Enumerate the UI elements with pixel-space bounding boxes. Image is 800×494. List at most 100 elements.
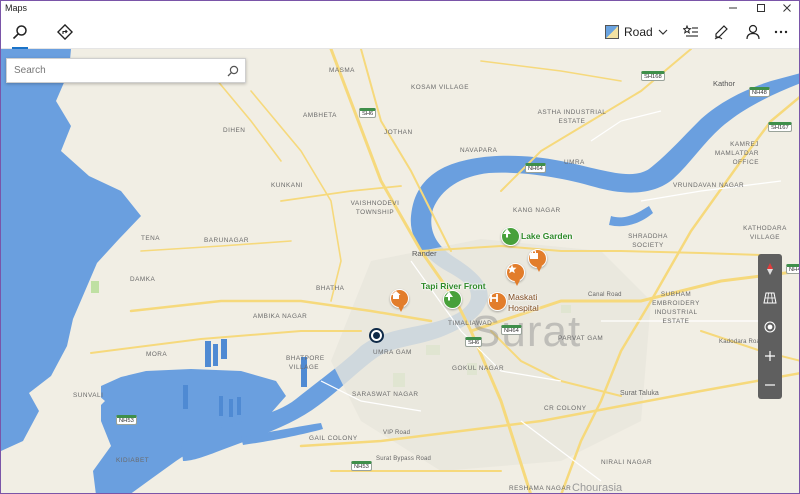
account-icon	[746, 24, 760, 40]
place-label: AMBHETA	[303, 112, 337, 119]
home-icon	[391, 291, 401, 299]
place-label: Rander	[412, 249, 437, 258]
place-label: KAMREJ MAMLATDAR OFFICE	[714, 141, 759, 166]
chevron-down-icon	[658, 29, 668, 35]
briefcase-icon	[530, 250, 538, 259]
poi-label[interactable]: Lake Garden	[521, 231, 573, 241]
place-label: NAVAPARA	[460, 147, 498, 154]
road-label: VIP Road	[383, 430, 411, 436]
search-icon	[12, 25, 27, 40]
more-icon	[774, 30, 788, 34]
favorites-button[interactable]	[677, 19, 705, 45]
place-label: TENA	[141, 235, 161, 242]
place-label: JOTHAN	[384, 129, 413, 136]
place-label: RESHAMA NAGAR	[509, 485, 572, 492]
search-input[interactable]	[14, 65, 227, 76]
highway-shield: NH64	[525, 163, 546, 173]
place-label: SHRADDHA SOCIETY	[628, 233, 668, 249]
minimize-button[interactable]	[719, 1, 747, 15]
hospital-icon	[490, 294, 498, 302]
favorites-icon	[683, 25, 698, 37]
poi-lake-garden[interactable]	[501, 227, 520, 246]
place-label: NIRALI NAGAR	[601, 459, 653, 466]
highway-shield: NH48	[749, 87, 770, 97]
place-label: DIHEN	[223, 127, 246, 134]
place-label: UMRA	[564, 159, 585, 166]
poi-label[interactable]: Tapi River Front	[421, 281, 486, 291]
poi-label[interactable]: Hospital	[508, 303, 539, 313]
highway-shield: SH6	[465, 337, 483, 347]
city-label: Surat	[471, 307, 582, 356]
place-label: GOKUL NAGAR	[452, 365, 505, 372]
place-label: SUBHAM EMBROIDERY INDUSTRIAL ESTATE	[652, 291, 700, 325]
poi-landmark[interactable]	[506, 263, 525, 286]
place-label: AMBIKA NAGAR	[253, 313, 308, 320]
current-location-marker[interactable]	[369, 328, 384, 343]
place-label: VRUNDAVAN NAGAR	[673, 182, 745, 189]
place-label: KATHODARA VILLAGE	[743, 225, 787, 241]
tree-icon	[503, 228, 511, 238]
zoom-in-icon	[765, 351, 775, 361]
poi-business[interactable]	[528, 249, 547, 272]
place-label: SUNVALI	[73, 392, 104, 399]
place-label: KOSAM VILLAGE	[411, 84, 469, 91]
highway-shield: NH48	[786, 264, 799, 274]
place-label: CR COLONY	[544, 405, 587, 412]
place-label: TIMALIAWAD	[448, 320, 493, 327]
place-label: UMRA GAM	[373, 349, 412, 356]
place-label: MASMA	[329, 67, 355, 74]
app-title: Maps	[5, 3, 28, 13]
poi-tapi-river-front[interactable]	[443, 290, 462, 309]
place-label: VAISHNODEVI TOWNSHIP	[350, 200, 400, 216]
map-views-button[interactable]	[758, 283, 782, 313]
poi-residence[interactable]	[390, 289, 409, 312]
place-label: BHATHA	[316, 285, 345, 292]
place-label: Kathor	[713, 79, 736, 88]
maximize-button[interactable]	[747, 1, 775, 15]
ink-button[interactable]	[707, 19, 735, 45]
compass-button[interactable]	[758, 254, 782, 284]
zoom-in-button[interactable]	[758, 341, 782, 371]
place-label: KANG NAGAR	[513, 207, 561, 214]
zoom-out-icon	[765, 384, 775, 386]
map-style-selector[interactable]: Road	[605, 21, 668, 43]
place-label: SARASWAT NAGAR	[352, 391, 419, 398]
more-button[interactable]	[767, 19, 795, 45]
account-button[interactable]	[739, 19, 767, 45]
zoom-out-button[interactable]	[758, 370, 782, 400]
directions-tab[interactable]	[51, 19, 79, 45]
highway-shield: SH168	[641, 71, 665, 81]
place-label: KUNKANI	[271, 182, 303, 189]
road-label: Surat Bypass Road	[376, 456, 432, 462]
maps-window: Maps Road Surat MASMA KOSAM VILLAGE ASTH…	[0, 0, 800, 494]
star-icon	[507, 264, 517, 274]
highway-shield: NH53	[116, 415, 137, 425]
highway-shield: SH6	[359, 108, 377, 118]
search-tab[interactable]	[6, 19, 34, 49]
directions-icon	[57, 24, 73, 40]
place-label: MORA	[146, 351, 168, 358]
map-canvas[interactable]: Surat MASMA KOSAM VILLAGE ASTHA INDUSTRI…	[1, 49, 799, 494]
road-label: Canal Road	[588, 292, 622, 298]
ink-icon	[714, 25, 728, 40]
search-box[interactable]	[6, 58, 246, 83]
map-style-label: Road	[624, 25, 653, 39]
poi-label[interactable]: Maskati	[508, 292, 537, 302]
place-label: BHATPORE VILLAGE	[286, 355, 325, 371]
map-graphic	[1, 49, 799, 493]
show-location-button[interactable]	[758, 312, 782, 342]
place-label: BARUNAGAR	[204, 237, 249, 244]
map-views-icon	[763, 292, 777, 304]
tree-icon	[445, 291, 453, 301]
map-controls	[758, 254, 782, 399]
compass-icon	[767, 263, 773, 275]
place-label: PARVAT GAM	[558, 335, 604, 342]
search-icon[interactable]	[227, 65, 239, 77]
place-label: Chourasia	[572, 482, 623, 494]
place-label: Surat Taluka	[620, 390, 659, 397]
place-label: DAMKA	[130, 276, 156, 283]
show-location-icon	[764, 321, 776, 333]
place-label: KIDIABET	[116, 457, 150, 464]
toolbar: Road	[1, 15, 799, 49]
close-button[interactable]	[773, 1, 799, 15]
